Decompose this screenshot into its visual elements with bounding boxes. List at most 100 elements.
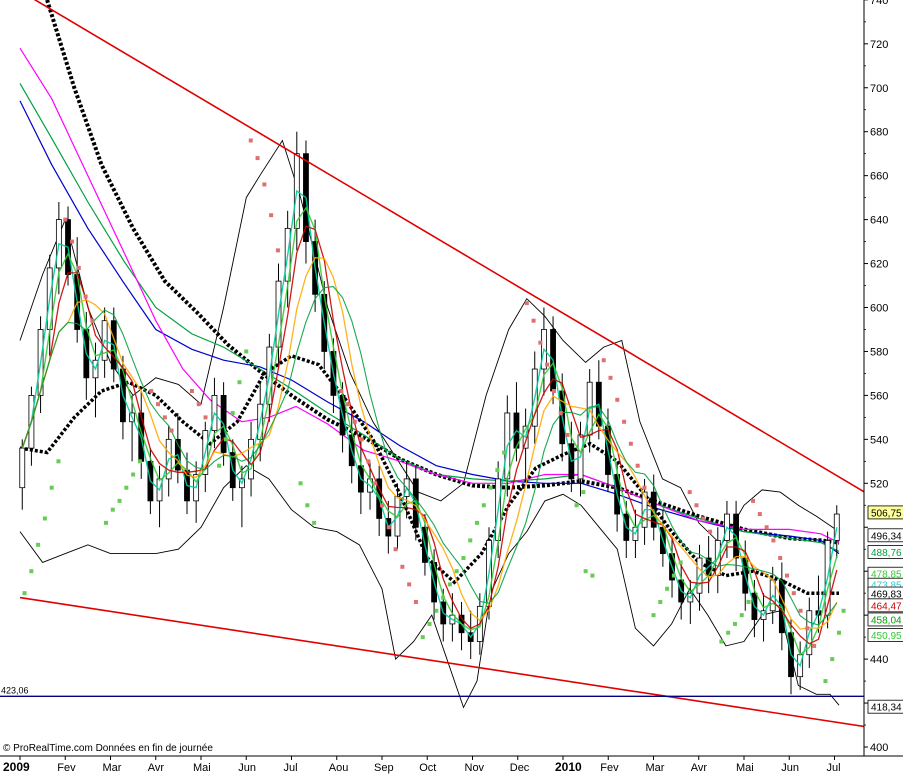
- price-tag: 506,75: [867, 505, 903, 519]
- chart-root: 423,06 400 440 520 540 560 580 600 620 640 660 680 7…: [0, 0, 903, 776]
- sar-dot-green: [574, 503, 579, 508]
- sar-dot-green: [830, 657, 835, 662]
- sar-dot-red: [393, 547, 398, 552]
- sar-dot-red: [70, 239, 75, 244]
- x-tick-label: 2010: [555, 760, 582, 774]
- y-tick-label: 440: [870, 654, 888, 666]
- sar-dot-red: [615, 397, 620, 402]
- sar-dot-red: [156, 402, 161, 407]
- sar-dot-red: [162, 415, 167, 420]
- price-tag: 418,34: [867, 699, 903, 714]
- sar-dot-red: [524, 301, 529, 306]
- y-tick-label: 740: [870, 0, 888, 7]
- sar-dot-green: [841, 608, 846, 613]
- support-line-label: 423,06: [1, 685, 29, 695]
- price-tag-label: 496,34: [871, 531, 902, 542]
- y-tick-label: 600: [870, 303, 888, 315]
- sar-dot-green: [454, 569, 459, 574]
- sar-dot-red: [196, 402, 201, 407]
- sar-dot-green: [137, 459, 142, 464]
- sar-dot-red: [791, 591, 796, 596]
- sar-dot-green: [131, 472, 136, 477]
- y-tick-label: 660: [870, 171, 888, 183]
- y-tick-label: 400: [870, 742, 888, 754]
- sar-dot-green: [837, 630, 842, 635]
- sar-dot-green: [420, 635, 425, 640]
- sar-dot-red: [708, 529, 713, 534]
- sar-dot-red: [751, 498, 756, 503]
- y-tick-label: 620: [870, 259, 888, 271]
- price-tag: 464,47: [867, 598, 903, 612]
- sar-dot-red: [608, 375, 613, 380]
- sar-dot-red: [380, 503, 384, 508]
- price-tag: 458,04: [867, 612, 903, 626]
- y-tick-label: 560: [870, 390, 888, 402]
- sar-dot-green: [488, 485, 493, 490]
- x-tick-label: 2009: [3, 760, 30, 774]
- x-tick-label: Sep: [374, 762, 394, 774]
- sar-dot-green: [312, 520, 317, 525]
- sar-dot-red: [642, 485, 647, 490]
- sar-dot-green: [117, 498, 122, 503]
- price-tag: 450,95: [867, 628, 903, 642]
- sar-dot-red: [565, 432, 570, 437]
- sar-dot-green: [22, 591, 27, 596]
- sar-dot-red: [635, 463, 640, 468]
- x-tick-label: Mai: [193, 762, 211, 774]
- sar-dot-green: [590, 573, 595, 578]
- sar-dot-red: [63, 217, 68, 222]
- sar-dot-green: [36, 542, 41, 547]
- sar-dot-red: [798, 608, 803, 613]
- x-tick-label: Fev: [57, 762, 76, 774]
- sar-dot-red: [339, 389, 344, 394]
- sar-dot-green: [230, 410, 235, 415]
- x-tick-label: Aou: [329, 762, 349, 774]
- sar-dot-red: [701, 516, 706, 521]
- x-tick-label: Mai: [736, 762, 754, 774]
- sar-dot-red: [189, 389, 194, 394]
- sar-dot-green: [495, 468, 500, 473]
- sar-dot-green: [823, 679, 828, 684]
- x-tick-label: Mar: [103, 762, 122, 774]
- sar-dot-red: [757, 512, 762, 517]
- sar-dot-red: [346, 402, 351, 407]
- sar-dot-red: [601, 358, 606, 363]
- sar-dot-green: [110, 507, 115, 512]
- sar-dot-red: [248, 138, 253, 143]
- sar-dot-green: [305, 503, 310, 508]
- sar-dot-green: [56, 459, 61, 464]
- sar-dot-red: [407, 582, 412, 587]
- sar-dot-green: [719, 639, 724, 644]
- sar-dot-red: [778, 556, 783, 561]
- sar-dot-red: [687, 490, 692, 495]
- sar-dot-green: [671, 573, 676, 578]
- sar-dot-green: [447, 582, 452, 587]
- sar-dot-green: [739, 613, 744, 618]
- sar-dot-green: [223, 437, 228, 442]
- sar-dot-green: [427, 621, 432, 626]
- sar-dot-green: [726, 630, 731, 635]
- sar-dot-red: [169, 428, 174, 433]
- sar-dot-red: [805, 626, 810, 631]
- sar-dot-green: [468, 538, 473, 543]
- sar-dot-red: [359, 437, 364, 442]
- y-tick-label: 680: [870, 127, 888, 139]
- sar-dot-red: [764, 525, 769, 530]
- sar-dot-green: [42, 516, 47, 521]
- price-tag-label: 464,47: [871, 601, 902, 612]
- sar-dot-red: [366, 459, 371, 464]
- sar-dot-red: [352, 419, 357, 424]
- sar-dot-green: [732, 621, 737, 626]
- price-tag-label: 488,76: [871, 548, 902, 559]
- sar-dot-green: [237, 380, 242, 385]
- sar-dot-green: [481, 503, 486, 508]
- price-tag-label: 450,95: [871, 631, 902, 642]
- sar-dot-red: [771, 538, 776, 543]
- sar-dot-green: [583, 569, 588, 574]
- sar-dot-red: [373, 481, 378, 486]
- sar-dot-green: [651, 613, 656, 618]
- sar-dot-green: [475, 520, 480, 525]
- y-tick-label: 700: [870, 83, 888, 95]
- sar-dot-green: [103, 520, 108, 525]
- sar-dot-red: [255, 156, 260, 161]
